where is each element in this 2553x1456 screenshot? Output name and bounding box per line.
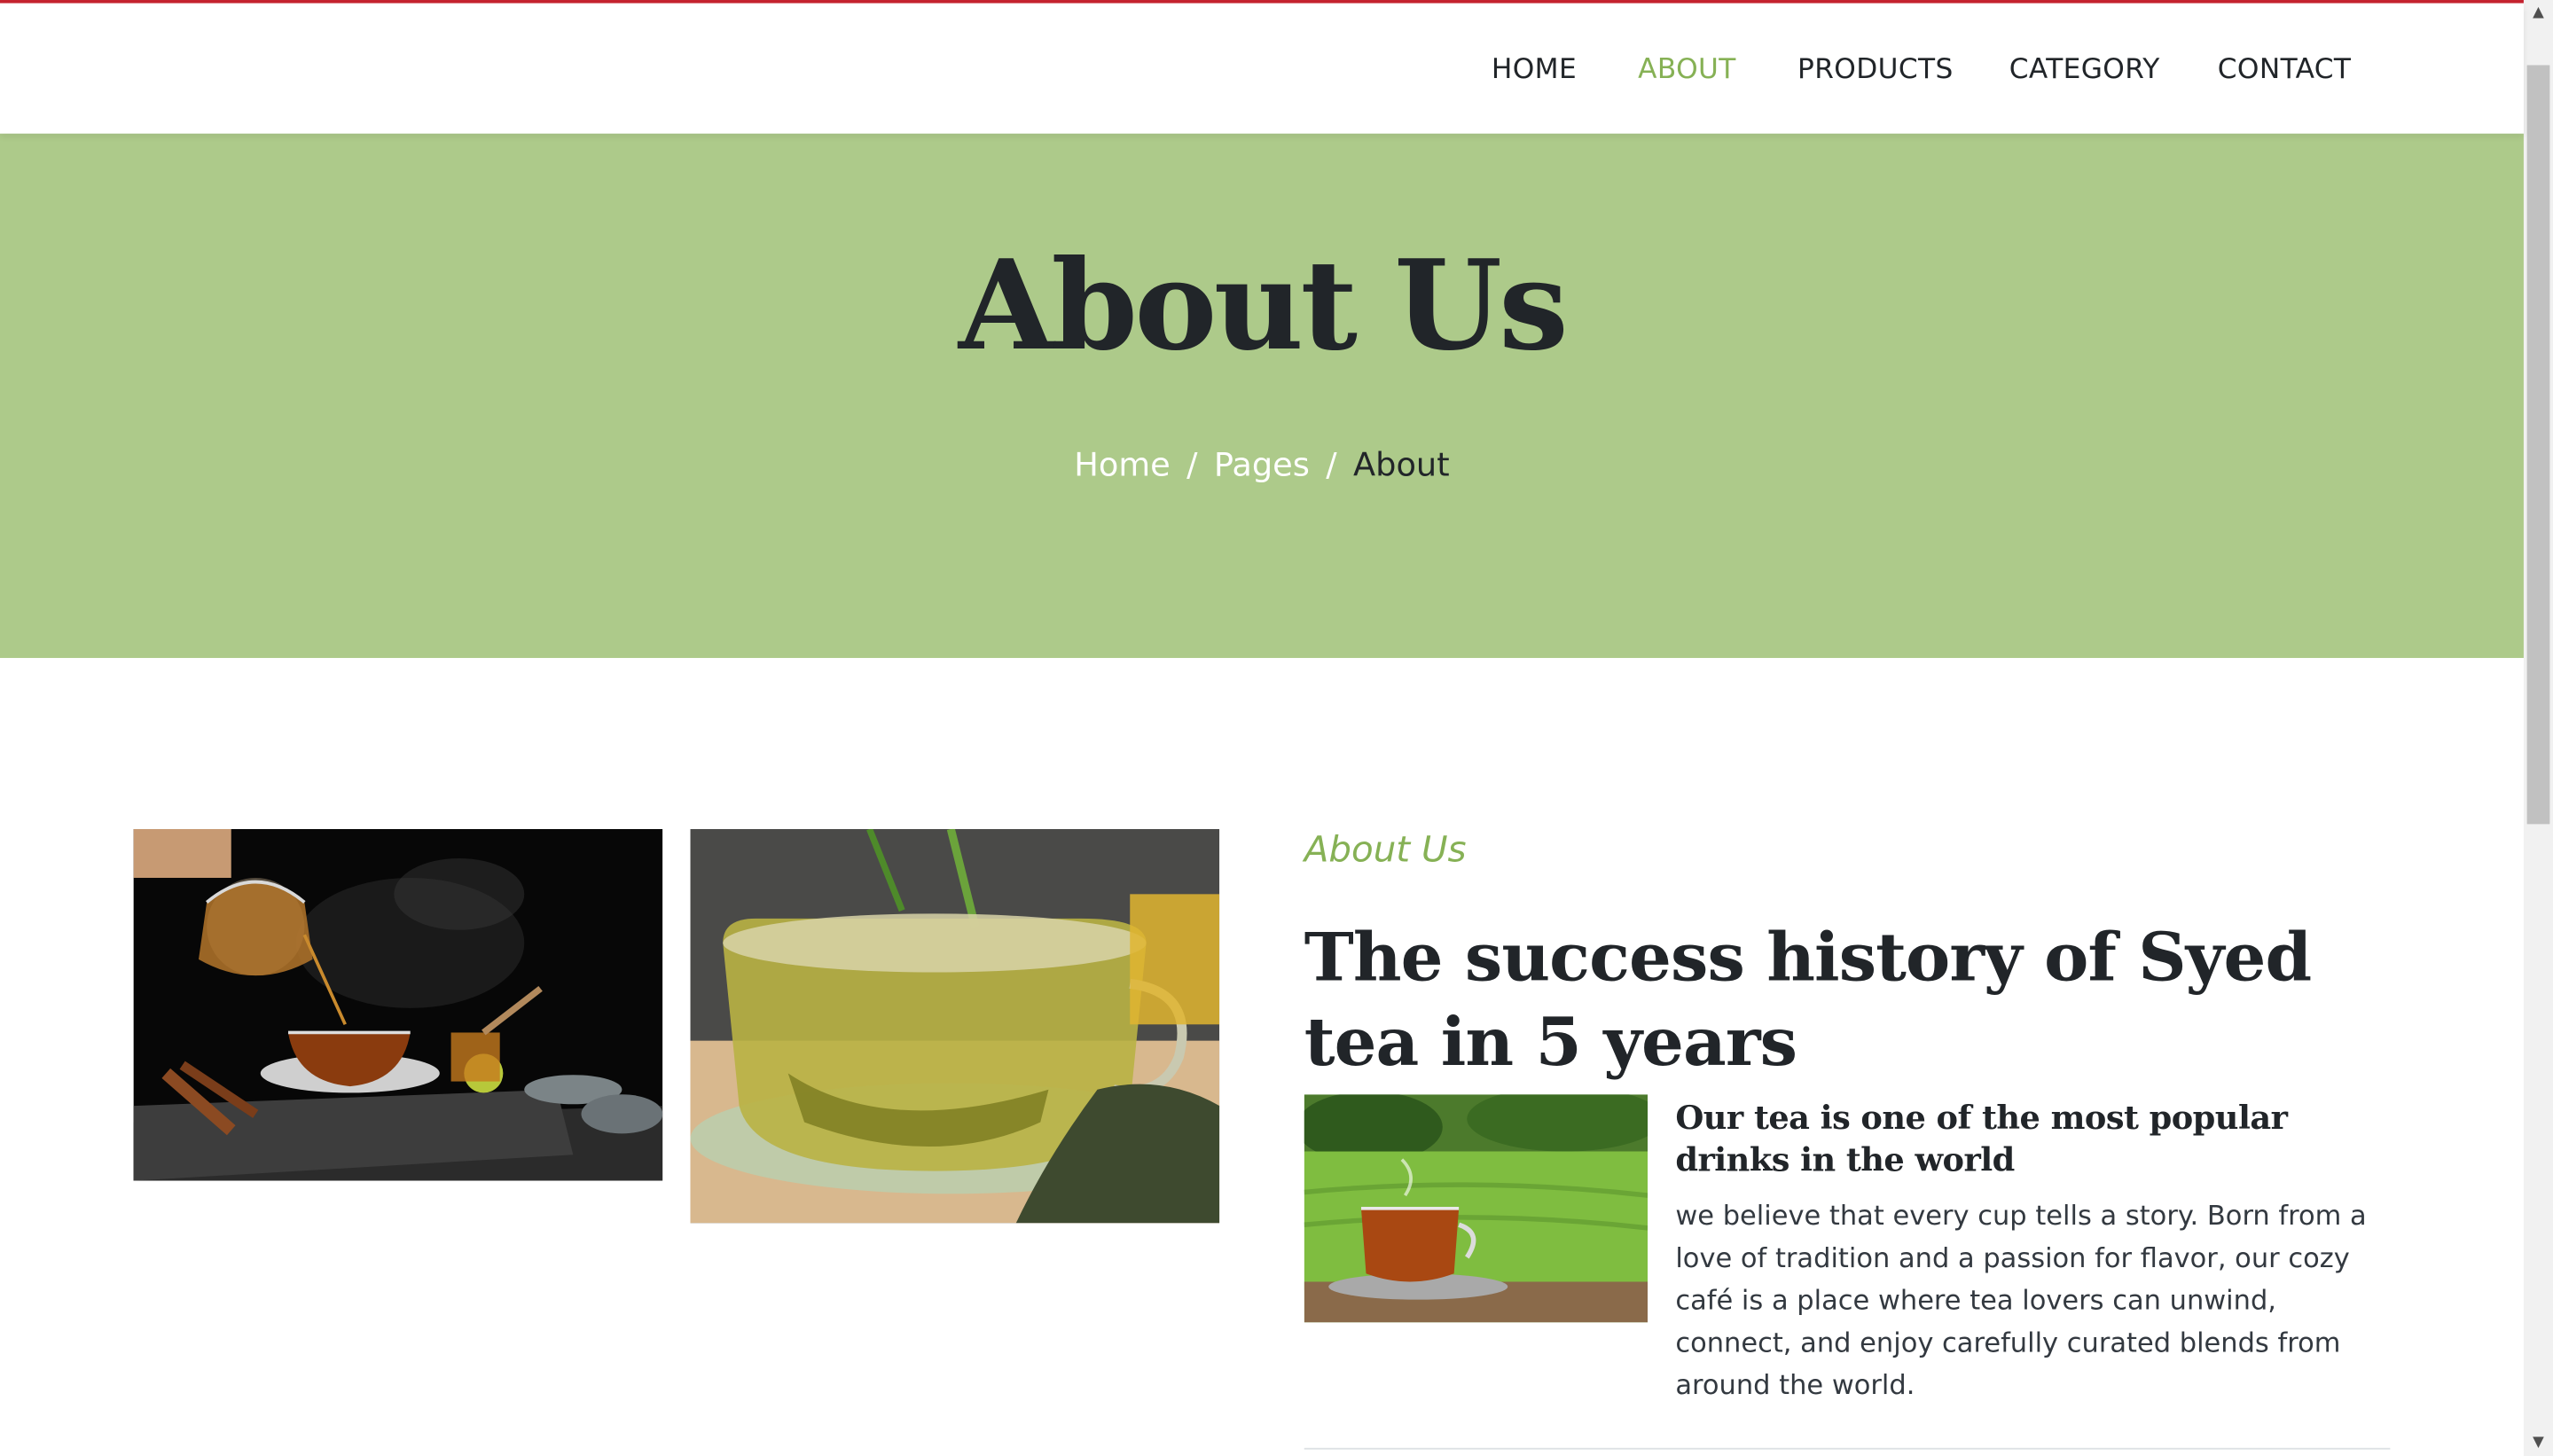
breadcrumb-current: About xyxy=(1353,444,1450,484)
green-tea-cup-image xyxy=(690,828,1220,1224)
tea-plantation-image xyxy=(1304,1094,1648,1323)
nav-item-category[interactable]: CATEGORY xyxy=(2009,54,2160,87)
feature-title: Our tea is one of the most popular drink… xyxy=(1675,1097,2288,1179)
section-headline: The success history of Syed tea in 5 yea… xyxy=(1304,918,2312,1082)
nav-item-about[interactable]: ABOUT xyxy=(1638,54,1736,87)
scroll-down-icon[interactable]: ▼ xyxy=(2527,1433,2550,1452)
breadcrumb-pages-link[interactable]: Pages xyxy=(1214,444,1310,483)
breadcrumb-separator: / xyxy=(1326,444,1337,484)
feature-description: we believe that every cup tells a story.… xyxy=(1675,1200,2367,1401)
page: HOME ABOUT PRODUCTS CATEGORY CONTACT Abo… xyxy=(0,0,2553,1456)
breadcrumb: Home / Pages / About xyxy=(0,443,2524,486)
tea-pouring-image xyxy=(133,828,663,1181)
breadcrumb-separator: / xyxy=(1186,444,1198,484)
scroll-up-icon[interactable]: ▲ xyxy=(2527,4,2550,23)
nav-item-home[interactable]: HOME xyxy=(1492,54,1577,87)
navbar: HOME ABOUT PRODUCTS CATEGORY CONTACT xyxy=(0,3,2524,134)
page-header-banner: About Us Home / Pages / About xyxy=(0,133,2524,659)
breadcrumb-home-link[interactable]: Home xyxy=(1074,444,1170,483)
scrollbar-thumb[interactable] xyxy=(2526,65,2550,825)
nav-item-products[interactable]: PRODUCTS xyxy=(1797,54,1954,87)
section-divider xyxy=(1304,1447,2391,1450)
page-title: About Us xyxy=(958,232,1569,379)
nav-item-contact[interactable]: CONTACT xyxy=(2218,54,2352,87)
section-eyebrow: About Us xyxy=(1304,830,1467,872)
